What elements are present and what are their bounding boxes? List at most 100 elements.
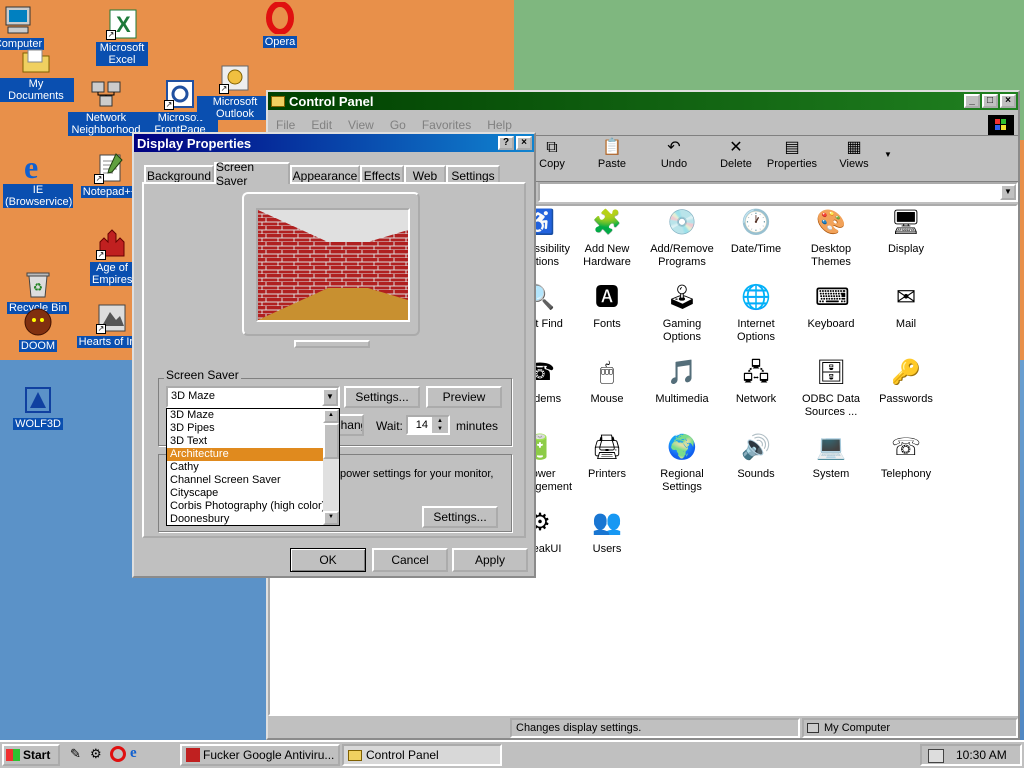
toolbar-properties[interactable]: ▤ Properties — [760, 138, 824, 178]
cp-item[interactable]: 🎨 Desktop Themes — [793, 207, 869, 269]
toolbar-paste[interactable]: 📋 Paste — [584, 138, 640, 178]
cp-item[interactable]: 🕐 Date/Time — [718, 207, 794, 256]
cp-item[interactable]: 🔊 Sounds — [718, 432, 794, 481]
menu-file[interactable]: File — [276, 118, 295, 132]
menu-go[interactable]: Go — [390, 118, 406, 132]
cp-item-label: Add/Remove Programs — [650, 243, 714, 268]
cp-item[interactable]: 🌐 Internet Options — [718, 282, 794, 344]
show-desktop-icon[interactable]: ✎ — [70, 746, 86, 762]
cp-item[interactable]: 🖱 Mouse — [569, 357, 645, 406]
display-settings-tray-icon[interactable] — [928, 749, 944, 763]
desktop-icon-wolf3d[interactable]: WOLF3D — [0, 384, 76, 430]
taskbar-task-control-panel[interactable]: Control Panel — [342, 744, 502, 766]
age-of-empires-icon: ↗ — [96, 228, 128, 260]
scroll-thumb[interactable] — [323, 423, 339, 459]
minutes-label: minutes — [456, 419, 499, 433]
dialog-titlebar[interactable]: Display Properties ? × — [134, 134, 534, 152]
control-panel-titlebar[interactable]: Control Panel _ □ × — [268, 92, 1018, 110]
menu-favorites[interactable]: Favorites — [422, 118, 471, 132]
cancel-button[interactable]: Cancel — [372, 548, 448, 572]
internet-explorer-icon: e — [22, 149, 54, 185]
desktop-icon-ie[interactable]: e IE (Browservice) — [0, 149, 76, 208]
scroll-up-button[interactable]: ▲ — [323, 409, 339, 423]
dropdown-option[interactable]: Doonesbury — [167, 513, 323, 525]
help-button[interactable]: ? — [498, 136, 514, 150]
cp-item[interactable]: ⌨ Keyboard — [793, 282, 869, 331]
taskbar-task-antivirus[interactable]: Fucker Google Antiviru... — [180, 744, 340, 766]
cp-item[interactable]: 💻 System — [793, 432, 869, 481]
display-properties-dialog[interactable]: Display Properties ? × Background Screen… — [132, 132, 536, 578]
dropdown-option[interactable]: Architecture — [167, 448, 323, 461]
channels-icon[interactable]: ⚙ — [90, 746, 106, 762]
maximize-button[interactable]: □ — [982, 94, 998, 108]
toolbar-undo[interactable]: ↶ Undo — [646, 138, 702, 178]
undo-icon: ↶ — [667, 139, 681, 156]
toolbar-views[interactable]: ▦ Views — [826, 138, 882, 178]
cp-item-icon: ⌨ — [815, 284, 850, 311]
desktop-icon-network[interactable]: Network Neighborhood — [68, 78, 144, 136]
status-zone: My Computer — [802, 718, 1018, 738]
cp-item[interactable]: 🖥 Display — [868, 207, 944, 256]
tab-screen-saver[interactable]: Screen Saver — [214, 160, 290, 188]
internet-explorer-icon[interactable]: e — [130, 746, 146, 762]
cp-item[interactable]: 🗄 ODBC Data Sources ... — [793, 357, 869, 419]
cp-item-label: Fonts — [593, 318, 621, 330]
dropdown-option[interactable]: 3D Pipes — [167, 422, 323, 435]
energy-settings-button[interactable]: Settings... — [422, 506, 498, 528]
dropdown-option[interactable]: 3D Text — [167, 435, 323, 448]
cp-item[interactable]: 🕹 Gaming Options — [644, 282, 720, 344]
cp-item[interactable]: 🎵 Multimedia — [644, 357, 720, 406]
opera-icon[interactable] — [110, 746, 126, 762]
toolbar-delete[interactable]: ✕ Delete — [708, 138, 764, 178]
preview-button[interactable]: Preview — [426, 386, 502, 408]
desktop-icon-outlook[interactable]: ↗ Microsoft Outlook — [197, 62, 273, 120]
scroll-down-button[interactable]: ▼ — [323, 511, 339, 525]
cp-item-icon: ☏ — [890, 434, 921, 461]
spinner-down-icon[interactable]: ▼ — [432, 425, 448, 433]
desktop-icon-excel[interactable]: X ↗ Microsoft Excel — [84, 8, 160, 66]
dropdown-option[interactable]: Cathy — [167, 461, 323, 474]
apply-button[interactable]: Apply — [452, 548, 528, 572]
spinner-up-icon[interactable]: ▲ — [432, 417, 448, 425]
dialog-close-button[interactable]: × — [516, 136, 532, 150]
cp-item-icon: 🖱 — [599, 359, 615, 386]
cp-item[interactable]: 🖧 Network — [718, 357, 794, 406]
minimize-button[interactable]: _ — [964, 94, 980, 108]
cp-item-icon: 🕐 — [741, 209, 771, 236]
ok-button[interactable]: OK — [290, 548, 366, 572]
screen-saver-dropdown-list[interactable]: 3D Maze 3D Pipes 3D Text Architecture Cathy C… — [166, 408, 340, 526]
paste-icon: 📋 — [602, 139, 622, 156]
menu-edit[interactable]: Edit — [311, 118, 332, 132]
dropdown-scrollbar[interactable]: ▲ ▼ — [323, 409, 339, 525]
desktop-icon-opera[interactable]: Opera — [242, 1, 318, 48]
close-button[interactable]: × — [1000, 94, 1016, 108]
desktop-icon-my-documents[interactable]: My Documents — [0, 44, 74, 102]
cp-item[interactable]: 🅰 Fonts — [569, 282, 645, 331]
cp-item[interactable]: 💿 Add/Remove Programs — [644, 207, 720, 269]
wait-spinner[interactable]: 14 ▲ ▼ — [406, 415, 450, 435]
computer-icon — [807, 723, 819, 733]
app-icon — [186, 748, 200, 762]
menu-help[interactable]: Help — [487, 118, 512, 132]
opera-icon — [264, 1, 296, 35]
cp-item[interactable]: ☏ Telephony — [868, 432, 944, 481]
select-dropdown-button[interactable]: ▼ — [322, 388, 338, 406]
views-dropdown-arrow-icon[interactable]: ▼ — [884, 150, 892, 159]
dropdown-option[interactable]: 3D Maze — [167, 409, 323, 422]
screen-saver-select[interactable]: 3D Maze ▼ — [166, 386, 340, 408]
cp-item[interactable]: ✉ Mail — [868, 282, 944, 331]
start-button[interactable]: Start — [2, 744, 60, 766]
cp-item[interactable]: 🖨 Printers — [569, 432, 645, 481]
dropdown-option[interactable]: Cityscape — [167, 487, 323, 500]
screen-saver-settings-button[interactable]: Settings... — [344, 386, 420, 408]
address-bar[interactable]: ▼ — [538, 182, 1018, 202]
cp-item[interactable]: 🔑 Passwords — [868, 357, 944, 406]
cp-item[interactable]: 🌍 Regional Settings — [644, 432, 720, 494]
cp-item[interactable]: 👥 Users — [569, 507, 645, 556]
menu-view[interactable]: View — [348, 118, 374, 132]
dropdown-option[interactable]: Channel Screen Saver — [167, 474, 323, 487]
desktop-icon-doom[interactable]: DOOM — [0, 306, 76, 352]
cp-item[interactable]: 🧩 Add New Hardware — [569, 207, 645, 269]
address-dropdown-button[interactable]: ▼ — [1000, 184, 1016, 200]
dropdown-option[interactable]: Corbis Photography (high color) — [167, 500, 325, 513]
